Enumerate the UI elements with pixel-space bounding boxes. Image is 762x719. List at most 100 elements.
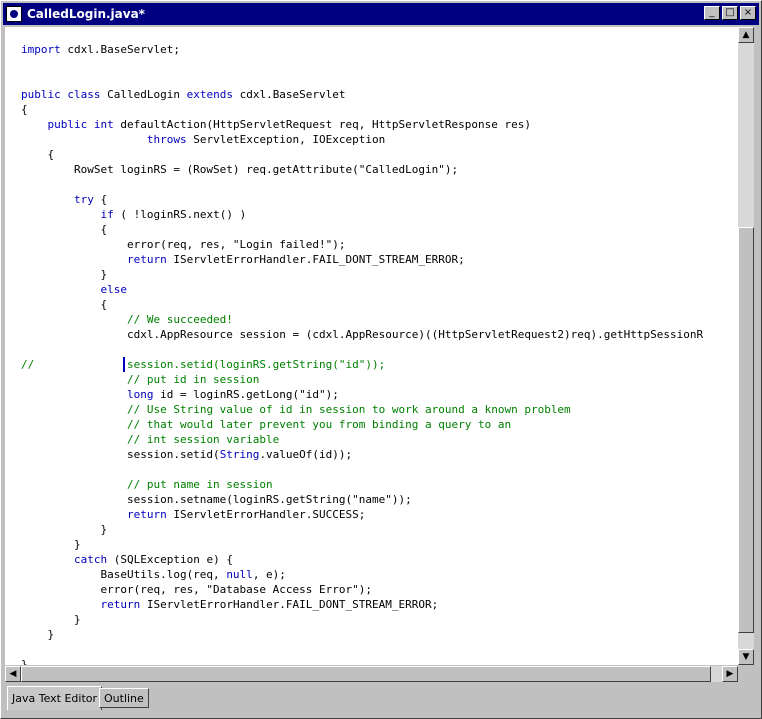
keyword-token: throws [146,133,187,146]
code-token: .valueOf(id)); [259,448,353,461]
code-line: public int defaultAction(HttpServletRequ… [21,117,531,132]
code-line: } [21,267,107,282]
code-token: defaultAction(HttpServletRequest req, Ht… [113,118,531,131]
keyword-token: return [100,598,141,611]
code-token: cdxl.BaseServlet [232,88,346,101]
keyword-token: null [226,568,253,581]
code-line: // that would later prevent you from bin… [21,417,511,432]
code-line: try { [21,192,107,207]
code-token: IServletErrorHandler.SUCCESS; [166,508,366,521]
code-line: // put name in session [21,477,273,492]
comment-token: // int session variable [126,433,280,446]
code-line: long id = loginRS.getLong("id"); [21,387,339,402]
keyword-token: catch [73,553,108,566]
keyword-token: extends [186,88,233,101]
code-line: import cdxl.BaseServlet; [21,42,180,57]
title-bar[interactable]: CalledLogin.java* _ □ × [3,3,759,25]
code-line: { [21,147,54,162]
code-line: public class CalledLogin extends cdxl.Ba… [21,87,346,102]
code-token: } [21,613,81,626]
code-line: // Use String value of id in session to … [21,402,571,417]
code-line: return IServletErrorHandler.FAIL_DONT_ST… [21,252,465,267]
code-line: session.setname(loginRS.getString("name"… [21,492,412,507]
code-token: BaseUtils.log(req, [21,568,227,581]
vertical-scroll-thumb[interactable] [738,227,754,633]
code-line: { [21,102,28,117]
code-line: } [21,627,54,642]
keyword-token: long [126,388,154,401]
code-token: { [21,148,55,161]
scroll-left-arrow-icon[interactable]: ◀ [5,666,21,682]
code-token: IServletErrorHandler.FAIL_DONT_STREAM_ER… [140,598,439,611]
code-token: , e); [252,568,286,581]
code-line: cdxl.AppResource session = (cdxl.AppReso… [21,327,703,342]
comment-token: // put name in session [126,478,273,491]
code-line: // We succeeded! [21,312,233,327]
code-token: session.setid( [21,448,220,461]
scroll-down-arrow-icon[interactable]: ▼ [738,649,754,665]
code-line: session.setid(String.valueOf(id)); [21,447,352,462]
code-token: IServletErrorHandler.FAIL_DONT_STREAM_ER… [166,253,465,266]
comment-token: // Use String value of id in session to … [126,403,571,416]
code-line: { [21,297,107,312]
comment-token: // put id in session [126,373,260,386]
code-token: } [21,538,81,551]
code-token: { [21,103,28,116]
code-token: ServletException, IOException [186,133,386,146]
code-line: return IServletErrorHandler.SUCCESS; [21,507,365,522]
code-line: } [21,537,81,552]
code-token: } [21,658,28,665]
keyword-token: int [93,118,114,131]
code-editor[interactable]: import cdxl.BaseServlet; public class Cal… [5,27,738,665]
scroll-right-arrow-icon[interactable]: ▶ [722,666,738,682]
keyword-token: class [67,88,101,101]
code-line: } [21,522,107,537]
code-line: // put id in session [21,372,259,387]
scroll-up-arrow-icon[interactable]: ▲ [738,27,754,43]
vertical-scrollbar[interactable]: ▲ ▼ [738,27,754,665]
code-line: } [21,657,28,665]
comment-token: // session.setid(loginRS.getString("id")… [21,358,386,371]
code-token: } [21,523,108,536]
code-token: } [21,628,55,641]
comment-token: // We succeeded! [126,313,233,326]
keyword-token: public [21,88,61,101]
keyword-token: try [73,193,94,206]
code-token: (SQLException e) { [107,553,233,566]
code-line: RowSet loginRS = (RowSet) req.getAttribu… [21,162,458,177]
code-token: CalledLogin [100,88,187,101]
tab-java-text-editor[interactable]: Java Text Editor [7,686,103,710]
code-token: id = loginRS.getLong("id"); [153,388,339,401]
scrollbar-corner [738,666,754,682]
close-button[interactable]: × [740,6,756,20]
java-file-icon [6,6,22,22]
horizontal-scroll-thumb[interactable] [21,666,711,682]
code-token: error(req, res, "Database Access Error")… [21,583,372,596]
code-token: { [21,298,108,311]
keyword-token: public [47,118,88,131]
code-line: return IServletErrorHandler.FAIL_DONT_ST… [21,597,438,612]
minimize-button[interactable]: _ [704,6,720,20]
code-token: error(req, res, "Login failed!"); [21,238,346,251]
tab-outline[interactable]: Outline [99,688,149,708]
maximize-button[interactable]: □ [722,6,738,20]
horizontal-scrollbar[interactable]: ◀ ▶ [5,666,738,682]
keyword-token: if [100,208,114,221]
keyword-token: return [126,508,167,521]
keyword-token: return [126,253,167,266]
code-token: session.setname(loginRS.getString("name"… [21,493,412,506]
